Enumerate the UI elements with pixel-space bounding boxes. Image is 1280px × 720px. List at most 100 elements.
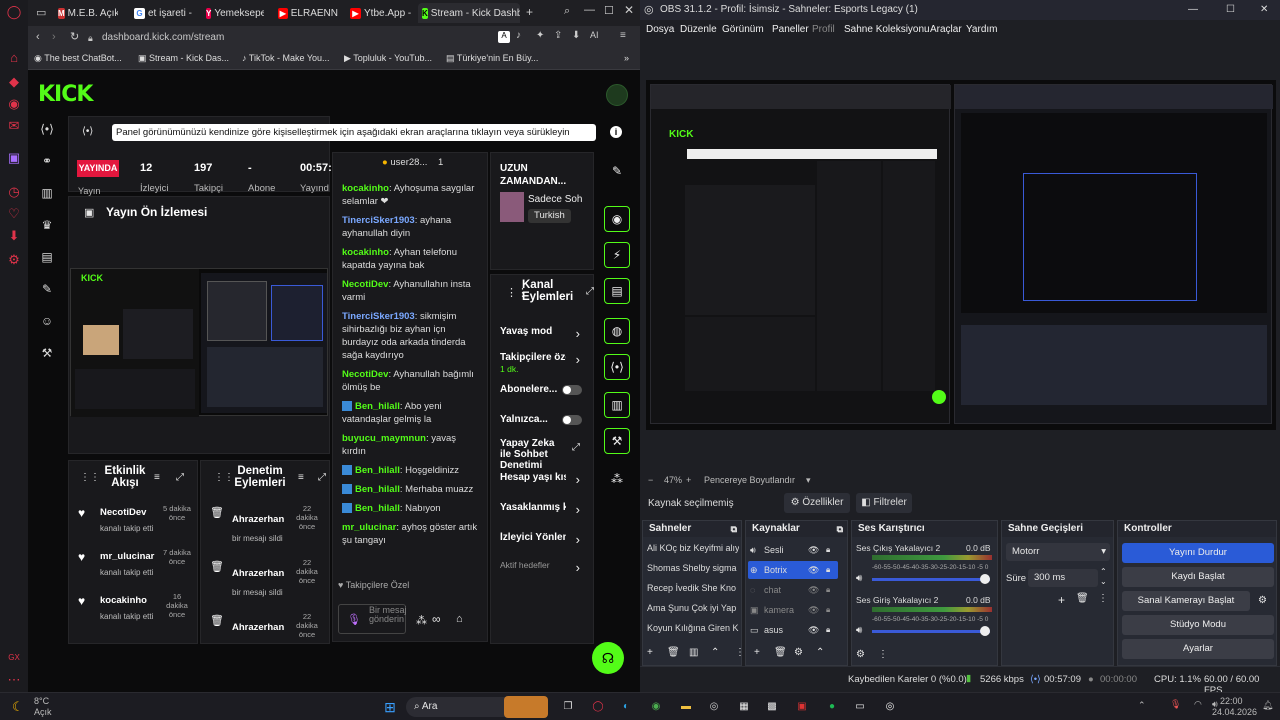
dock-float-icon[interactable]: ⧉ — [837, 521, 843, 537]
extension-icon[interactable]: ♪ — [516, 30, 521, 41]
zoom-in-button[interactable]: + — [686, 475, 691, 485]
clock-time[interactable]: 22:00 — [1220, 696, 1243, 706]
more-icon[interactable]: ⋯ — [6, 672, 22, 688]
dock-float-icon[interactable]: ⧉ — [731, 521, 737, 537]
bookmark-kick[interactable]: ▣ Stream - Kick Das... — [138, 53, 229, 64]
activity-user[interactable]: mr_ulucinar — [100, 551, 154, 562]
clock-date[interactable]: 24.04.2026 — [1212, 707, 1257, 717]
download-icon[interactable]: ⬇ — [572, 30, 580, 41]
tab-meb[interactable]: M M.E.B. Açık — [58, 3, 118, 23]
history-icon[interactable]: ◷ — [6, 184, 22, 200]
search-tabs-icon[interactable]: ⌕ — [564, 5, 570, 18]
avatar[interactable] — [606, 84, 628, 106]
lock-icon[interactable]: 🔒︎ — [826, 541, 830, 559]
share-icon[interactable]: ⇪ — [554, 30, 562, 41]
start-virtual-camera-button[interactable]: Sanal Kamerayı Başlat — [1122, 591, 1250, 611]
lock-icon[interactable]: 🔒︎ — [826, 561, 830, 579]
chat-username[interactable]: mr_ulucinar — [342, 522, 396, 533]
note-icon[interactable]: ▤ — [604, 278, 630, 304]
opera-gx-taskbar-icon[interactable]: ◯ — [590, 699, 606, 715]
mod-icon[interactable]: ⚒ — [40, 346, 54, 360]
notifications-icon[interactable]: 🔔︎ — [1262, 700, 1273, 711]
wrench-icon[interactable]: ⚒ — [604, 428, 630, 454]
menu-duzenle[interactable]: Düzenle — [680, 24, 717, 35]
weather-icon[interactable]: ☾ — [12, 699, 24, 715]
filter-icon[interactable]: ≡ — [154, 472, 160, 483]
tab-menu-icon[interactable]: ▭ — [36, 6, 46, 19]
virtual-camera-settings-icon[interactable]: ⚙ — [1258, 595, 1267, 606]
microphone-icon[interactable]: 🔊︎ — [856, 625, 862, 636]
eye-icon[interactable]: 👁︎ — [808, 581, 819, 599]
zoom-out-button[interactable]: − — [648, 475, 653, 485]
menu-paneller[interactable]: Paneller — [772, 24, 809, 35]
lock-icon[interactable]: 🔒︎ — [826, 621, 830, 639]
menu-araclar[interactable]: Araçlar — [930, 24, 962, 35]
video-icon[interactable]: ▤ — [40, 250, 54, 264]
remove-scene-button[interactable]: 🗑︎ — [667, 647, 680, 658]
start-button[interactable]: ⊞ — [382, 699, 398, 715]
puzzle-icon[interactable]: ✦ — [536, 30, 544, 41]
drag-handle-icon[interactable]: ⋮⋮ — [214, 472, 234, 483]
mixer-channel-1-slider[interactable] — [872, 578, 990, 581]
info-icon[interactable]: i — [610, 126, 622, 138]
obs-close-button[interactable]: ✕ — [1260, 0, 1268, 20]
new-tab-button[interactable]: + — [526, 5, 533, 19]
chat-username[interactable]: kocakinho — [342, 247, 389, 258]
scene-item[interactable]: Ali KOç biz Keyifmi alıy — [647, 543, 739, 553]
add-transition-button[interactable]: + — [1058, 593, 1065, 607]
tab-elraenn[interactable]: ▶ ELRAENN — [278, 3, 338, 23]
bookmark-chatbot[interactable]: ◉ The best ChatBot... — [34, 53, 122, 64]
chat-pinned-user[interactable]: ● user28... 1 — [382, 157, 443, 168]
twitch-icon[interactable]: ▣ — [6, 150, 22, 166]
menu-yardim[interactable]: Yardım — [966, 24, 998, 35]
gx-icon[interactable]: GX — [6, 650, 22, 666]
filters-button[interactable]: ◧ Filtreler — [856, 493, 912, 513]
tab-ytbe[interactable]: ▶ Ytbe.App - — [350, 3, 412, 23]
eye-icon[interactable]: 👁︎ — [808, 561, 819, 579]
settings-icon[interactable]: ⚙ — [6, 252, 22, 268]
source-item[interactable]: ⊕ Botrix 👁︎ 🔒︎ — [748, 561, 838, 579]
eye-icon[interactable]: 👁︎ — [808, 601, 819, 619]
back-button[interactable]: ‹ — [36, 31, 40, 43]
stop-streaming-button[interactable]: Yayını Durdur — [1122, 543, 1274, 563]
wrench-icon[interactable]: ✎ — [40, 282, 54, 296]
chat-username[interactable]: Ben_hilall — [355, 484, 400, 495]
fit-dropdown-icon[interactable]: ▾ — [806, 475, 811, 486]
remove-transition-button[interactable]: 🗑︎ — [1076, 593, 1089, 604]
link-icon[interactable]: ⚭ — [40, 154, 54, 168]
reload-button[interactable]: ↻ — [70, 30, 79, 43]
chat-username[interactable]: Ben_hilall — [355, 465, 400, 476]
mixer-channel-2-handle[interactable] — [980, 626, 990, 636]
chat-input[interactable]: 🎙︎ Bir mesaj gönderin — [338, 604, 407, 634]
add-scene-button[interactable]: + — [647, 647, 653, 658]
moderation-user[interactable]: Ahrazerhan — [232, 568, 284, 579]
start-recording-button[interactable]: Kaydı Başlat — [1122, 567, 1274, 587]
obs-maximize-button[interactable]: ☐ — [1226, 0, 1235, 20]
file-explorer-icon[interactable]: ▬ — [678, 699, 694, 715]
scene-item[interactable]: Shomas Shelby sigma — [647, 563, 739, 573]
obs-preview-canvas[interactable]: KICK — [646, 80, 1276, 430]
forward-button[interactable]: › — [52, 31, 56, 43]
tab-kick-dashboard[interactable]: K Stream - Kick Dashb — [418, 3, 520, 23]
duration-input[interactable]: 300 ms — [1028, 569, 1098, 587]
source-up-button[interactable]: ⌃ — [816, 647, 824, 658]
chat-username[interactable]: NecotiDev — [342, 369, 388, 380]
office-icon[interactable]: ▣ — [794, 699, 810, 715]
menu-gorunum[interactable]: Görünüm — [722, 24, 764, 35]
edit-icon[interactable]: ✎ — [604, 158, 630, 184]
tray-mic-icon[interactable]: 🎙︎ — [1170, 699, 1181, 710]
chat-username[interactable]: buyucu_maymnun — [342, 433, 426, 444]
activity-user[interactable]: NecotiDev — [100, 507, 146, 518]
lock-icon[interactable]: 🔒︎ — [826, 601, 830, 619]
chat-username[interactable]: TinerciSker1903 — [342, 215, 415, 226]
bookmark-youtube[interactable]: ▶ Topluluk - YouTub... — [344, 53, 432, 64]
source-item[interactable]: ◌ chat 👁︎ 🔒︎ — [748, 581, 838, 599]
bookmark-tiktok[interactable]: ♪ TikTok - Make You... — [242, 53, 330, 63]
wifi-icon[interactable]: ◠ — [1194, 699, 1202, 710]
mixer-channel-2-slider[interactable] — [872, 630, 990, 633]
mail-icon[interactable]: ✉ — [6, 118, 22, 134]
speed-dial-icon[interactable]: ⌂ — [6, 50, 22, 66]
filter-icon[interactable]: ≡ — [298, 472, 304, 483]
taskbar-search[interactable]: ⌕ Ara — [406, 697, 516, 717]
properties-button[interactable]: ⚙ Özellikler — [784, 493, 850, 513]
